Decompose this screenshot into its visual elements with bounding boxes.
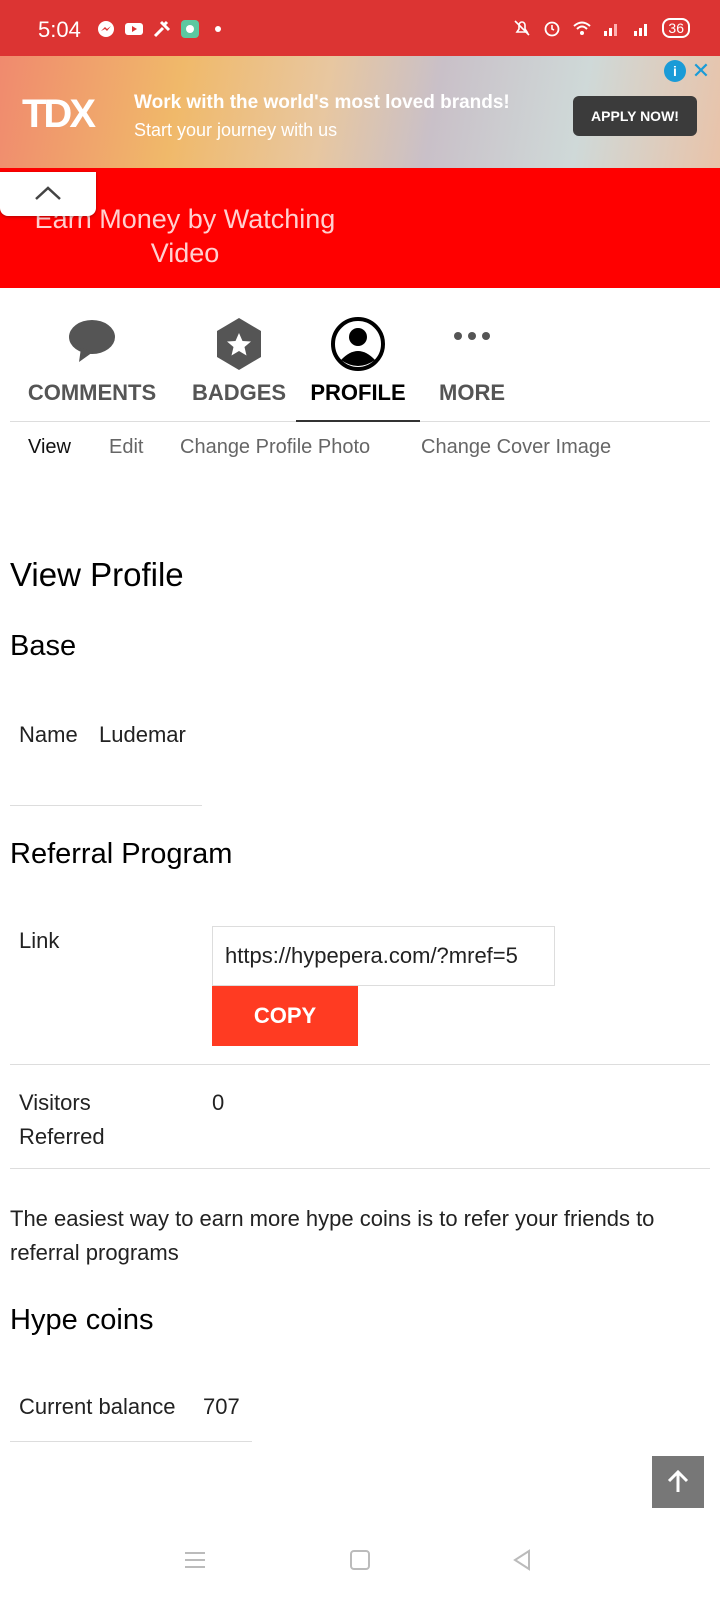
ad-close-icon[interactable]: ✕ <box>688 58 714 84</box>
ad-logo: TDX <box>22 92 96 136</box>
subtab-change-profile-photo[interactable]: Change Profile Photo <box>180 436 370 459</box>
messenger-icon <box>98 21 114 37</box>
site-header: Earn Money by Watching Video <box>0 168 720 288</box>
tab-more[interactable]: MORE <box>430 308 514 422</box>
status-bar: 5:04 36 <box>0 0 720 56</box>
wifi-icon <box>573 21 592 35</box>
status-time: 5:04 <box>38 17 81 42</box>
system-icons: 36 <box>512 18 690 38</box>
divider <box>10 1064 710 1065</box>
divider <box>10 1168 710 1169</box>
tab-label: BADGES <box>191 380 287 405</box>
profile-tabs: COMMENTS BADGES PROFILE MORE <box>10 308 710 422</box>
balance-value: 707 <box>203 1394 240 1419</box>
referral-heading: Referral Program <box>10 838 233 870</box>
visitors-referred-label: Visitors Referred <box>19 1090 105 1149</box>
menu-icon[interactable] <box>183 1548 207 1572</box>
profile-icon <box>331 317 385 371</box>
referral-note: The easiest way to earn more hype coins … <box>10 1206 655 1265</box>
collapse-ad-button[interactable] <box>0 172 96 216</box>
base-heading: Base <box>10 630 77 662</box>
ad-apply-button[interactable]: APPLY NOW! <box>573 96 697 136</box>
chevron-up-icon <box>35 186 61 200</box>
divider <box>10 805 202 806</box>
name-value: Ludemar <box>99 722 186 747</box>
alarm-icon <box>545 21 560 37</box>
ad-info-icon[interactable]: i <box>664 60 686 82</box>
more-dots-icon <box>454 332 490 340</box>
name-label: Name <box>19 722 78 747</box>
divider <box>10 1441 252 1442</box>
subtab-view[interactable]: View <box>28 436 71 459</box>
arrow-up-icon <box>667 1469 689 1492</box>
hype-coins-heading: Hype coins <box>10 1304 154 1336</box>
ad-subline: Start your journey with us <box>134 120 338 140</box>
comment-icon <box>69 320 115 362</box>
ad-headline: Work with the world's most loved brands! <box>134 92 510 113</box>
dot-icon <box>215 26 221 32</box>
copy-button[interactable]: COPY <box>212 986 358 1046</box>
tab-profile[interactable]: PROFILE <box>296 308 420 422</box>
tab-comments[interactable]: COMMENTS <box>10 308 174 422</box>
back-icon[interactable] <box>510 1548 534 1572</box>
subtab-change-cover-image[interactable]: Change Cover Image <box>421 436 611 459</box>
notification-icons <box>96 19 228 39</box>
mute-bell-icon <box>514 20 530 36</box>
app-icon <box>181 20 199 38</box>
ad-banner[interactable]: TDX Work with the world's most loved bra… <box>0 56 720 168</box>
tab-badges[interactable]: BADGES <box>184 308 294 422</box>
tab-label: MORE <box>439 380 505 405</box>
system-nav-bar <box>0 1530 720 1600</box>
signal-icon-2 <box>634 24 648 36</box>
battery-indicator: 36 <box>662 18 690 38</box>
tab-label: COMMENTS <box>27 380 157 405</box>
scroll-to-top-button[interactable] <box>652 1456 704 1508</box>
subtab-edit[interactable]: Edit <box>109 436 143 459</box>
referral-link-field[interactable] <box>212 926 555 986</box>
balance-label: Current balance <box>19 1394 176 1419</box>
link-label: Link <box>19 928 60 953</box>
tab-label: PROFILE <box>310 380 406 405</box>
youtube-icon <box>125 23 143 35</box>
signal-icon <box>604 24 618 36</box>
badge-star-icon <box>217 318 261 370</box>
profile-subnav: View Edit Change Profile Photo Change Co… <box>0 432 720 468</box>
tools-icon <box>153 20 171 38</box>
visitors-referred-value: 0 <box>212 1090 225 1115</box>
home-icon[interactable] <box>348 1548 372 1572</box>
page-title: View Profile <box>10 556 184 593</box>
